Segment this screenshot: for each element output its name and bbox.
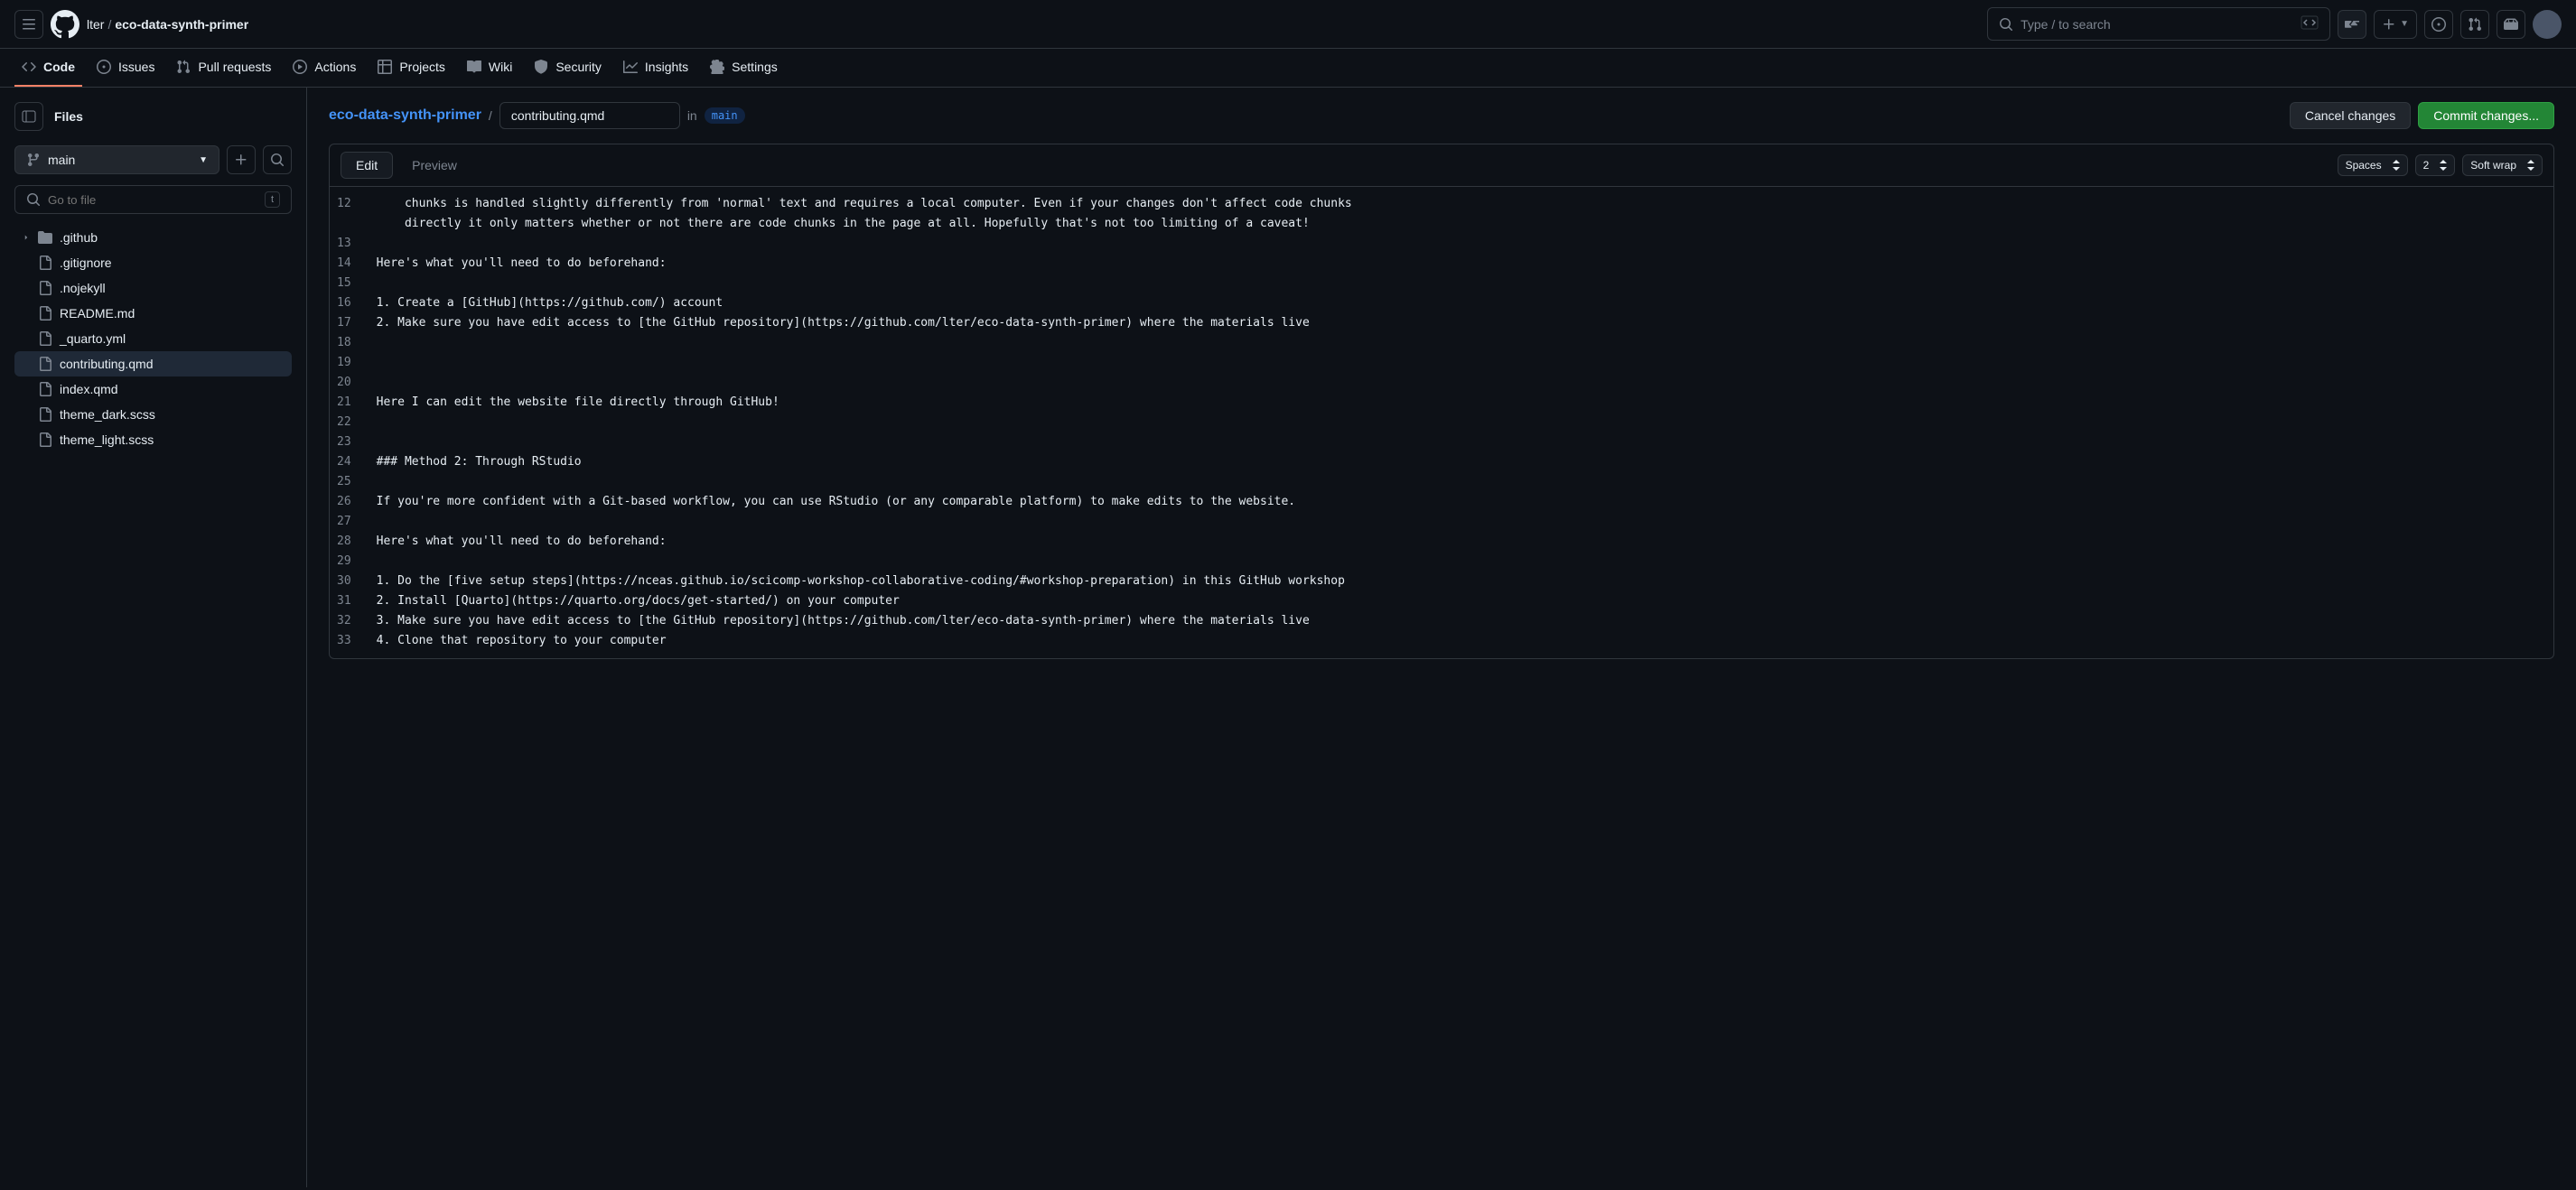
nav-issues[interactable]: Issues xyxy=(89,49,162,87)
code-editor[interactable]: 12 1314151617181920212223242526272829303… xyxy=(329,187,2554,659)
tree-item-theme_light-scss[interactable]: theme_light.scss xyxy=(14,427,292,452)
nav-actions[interactable]: Actions xyxy=(285,49,363,87)
line-gutter: 12 1314151617181920212223242526272829303… xyxy=(330,187,366,658)
nav-insights[interactable]: Insights xyxy=(616,49,695,87)
filename-input[interactable] xyxy=(499,102,680,129)
tree-item-label: .nojekyll xyxy=(60,281,106,295)
tree-item--nojekyll[interactable]: .nojekyll xyxy=(14,275,292,301)
tree-item-label: .gitignore xyxy=(60,256,112,270)
graph-icon xyxy=(623,60,638,74)
tree-item-label: contributing.qmd xyxy=(60,357,154,371)
nav-security[interactable]: Security xyxy=(527,49,609,87)
tree-item-label: theme_light.scss xyxy=(60,432,154,447)
file-search-input[interactable] xyxy=(48,193,257,207)
global-search[interactable]: Type / to search xyxy=(1987,7,2330,41)
code-content[interactable]: chunks is handled slightly differently f… xyxy=(366,187,2553,658)
tree-item-_quarto-yml[interactable]: _quarto.yml xyxy=(14,326,292,351)
caret-down-icon: ▼ xyxy=(199,155,208,165)
pull-requests-button[interactable] xyxy=(2460,10,2489,39)
branch-name: main xyxy=(48,153,75,167)
search-files-button[interactable] xyxy=(263,145,292,174)
breadcrumb: lter / eco-data-synth-primer xyxy=(87,17,248,32)
files-title: Files xyxy=(54,109,83,124)
updown-icon xyxy=(2393,160,2400,171)
table-icon xyxy=(378,60,392,74)
edit-tab[interactable]: Edit xyxy=(341,152,393,179)
path-separator: / xyxy=(489,108,492,123)
file-search-box[interactable]: t xyxy=(14,185,292,214)
commit-button[interactable]: Commit changes... xyxy=(2418,102,2554,129)
branch-selector[interactable]: main ▼ xyxy=(14,145,219,174)
book-icon xyxy=(467,60,481,74)
file-icon xyxy=(38,432,52,447)
tree-item--github[interactable]: .github xyxy=(14,225,292,250)
nav-projects[interactable]: Projects xyxy=(370,49,453,87)
hamburger-menu-button[interactable] xyxy=(14,10,43,39)
tree-item-label: README.md xyxy=(60,306,135,321)
tree-item-theme_dark-scss[interactable]: theme_dark.scss xyxy=(14,402,292,427)
preview-tab[interactable]: Preview xyxy=(397,152,472,179)
updown-icon xyxy=(2440,160,2447,171)
nav-settings[interactable]: Settings xyxy=(703,49,785,87)
repo-link[interactable]: eco-data-synth-primer xyxy=(115,17,248,32)
search-icon xyxy=(1999,17,2013,32)
tree-item-label: index.qmd xyxy=(60,382,118,396)
cancel-button[interactable]: Cancel changes xyxy=(2290,102,2411,129)
chevron-right-icon xyxy=(22,233,31,242)
nav-code[interactable]: Code xyxy=(14,49,82,87)
in-label: in xyxy=(687,108,697,123)
github-logo-icon[interactable] xyxy=(51,10,79,39)
gear-icon xyxy=(710,60,724,74)
nav-pulls[interactable]: Pull requests xyxy=(169,49,278,87)
nav-wiki[interactable]: Wiki xyxy=(460,49,519,87)
file-icon xyxy=(38,331,52,346)
tree-item-index-qmd[interactable]: index.qmd xyxy=(14,377,292,402)
tree-item-contributing-qmd[interactable]: contributing.qmd xyxy=(14,351,292,377)
issues-button[interactable] xyxy=(2424,10,2453,39)
toggle-sidebar-button[interactable] xyxy=(14,102,43,131)
notifications-button[interactable] xyxy=(2497,10,2525,39)
repo-breadcrumb-link[interactable]: eco-data-synth-primer xyxy=(329,107,481,124)
branch-pill[interactable]: main xyxy=(705,107,745,124)
file-icon xyxy=(38,357,52,371)
git-pull-request-icon xyxy=(176,60,191,74)
issues-icon xyxy=(97,60,111,74)
search-icon xyxy=(26,192,41,207)
code-icon xyxy=(22,60,36,74)
search-jump-icon xyxy=(2301,14,2319,34)
indent-mode-select[interactable]: Spaces xyxy=(2338,154,2408,176)
create-new-button[interactable]: ▼ xyxy=(2374,10,2417,39)
file-icon xyxy=(38,306,52,321)
indent-size-select[interactable]: 2 xyxy=(2415,154,2456,176)
wrap-mode-select[interactable]: Soft wrap xyxy=(2462,154,2543,176)
updown-icon xyxy=(2527,160,2534,171)
kbd-shortcut: t xyxy=(265,191,280,208)
add-file-button[interactable] xyxy=(227,145,256,174)
tree-item-label: theme_dark.scss xyxy=(60,407,155,422)
git-branch-icon xyxy=(26,153,41,167)
file-icon xyxy=(38,256,52,270)
user-avatar[interactable] xyxy=(2533,10,2562,39)
search-placeholder: Type / to search xyxy=(2021,17,2111,32)
play-icon xyxy=(293,60,307,74)
plus-icon xyxy=(2382,17,2396,32)
breadcrumb-separator: / xyxy=(107,17,111,32)
tree-item-label: _quarto.yml xyxy=(60,331,126,346)
caret-down-icon: ▼ xyxy=(2400,19,2409,29)
tree-item-README-md[interactable]: README.md xyxy=(14,301,292,326)
file-icon xyxy=(38,281,52,295)
tree-item-label: .github xyxy=(60,230,98,245)
folder-icon xyxy=(38,230,52,245)
tree-item--gitignore[interactable]: .gitignore xyxy=(14,250,292,275)
file-icon xyxy=(38,382,52,396)
file-icon xyxy=(38,407,52,422)
org-link[interactable]: lter xyxy=(87,17,104,32)
command-palette-button[interactable] xyxy=(2338,10,2366,39)
shield-icon xyxy=(534,60,548,74)
